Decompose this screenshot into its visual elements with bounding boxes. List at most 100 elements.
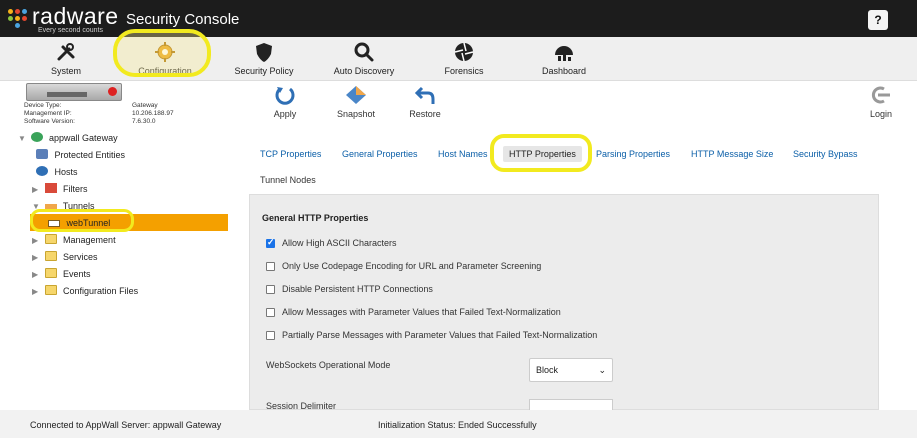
nav-label: System bbox=[50, 66, 81, 76]
search-icon bbox=[354, 42, 374, 62]
checkbox-label: Partially Parse Messages with Parameter … bbox=[282, 330, 598, 340]
tab-general-properties[interactable]: General Properties bbox=[342, 149, 418, 159]
tree-item-events[interactable]: ▶ Events bbox=[32, 266, 91, 282]
collapsed-icon: ▶ bbox=[32, 253, 39, 262]
websockets-mode-label: WebSockets Operational Mode bbox=[266, 360, 391, 370]
shield-icon bbox=[256, 43, 272, 62]
config-tree: ▼ appwall Gateway Protected Entities Hos… bbox=[18, 130, 228, 405]
restore-label: Restore bbox=[409, 109, 441, 119]
restore-icon bbox=[414, 86, 435, 104]
aperture-icon bbox=[454, 42, 474, 62]
partially-parse-checkbox[interactable] bbox=[266, 331, 275, 340]
apply-button[interactable]: Apply bbox=[270, 85, 300, 119]
select-value: Block bbox=[536, 365, 559, 375]
folder-icon bbox=[44, 285, 57, 295]
tree-label: Configuration Files bbox=[63, 286, 139, 296]
collapsed-icon: ▶ bbox=[32, 185, 39, 194]
checkbox-label: Allow High ASCII Characters bbox=[282, 238, 397, 248]
tree-label: Management bbox=[63, 235, 116, 245]
tree-item-protected-entities[interactable]: Protected Entities bbox=[36, 147, 125, 163]
hosts-icon bbox=[36, 166, 48, 176]
security-console-window: radware Every second counts Security Con… bbox=[0, 0, 917, 438]
help-button[interactable]: ? bbox=[868, 10, 888, 30]
nav-dashboard[interactable]: Dashboard bbox=[542, 37, 586, 81]
tree-item-appwall-gateway[interactable]: ▼ appwall Gateway bbox=[18, 130, 118, 146]
folder-icon bbox=[44, 251, 57, 261]
tools-icon bbox=[57, 43, 75, 61]
nav-system[interactable]: System bbox=[42, 37, 90, 81]
gateway-icon bbox=[30, 132, 43, 142]
entities-icon bbox=[36, 149, 48, 159]
folder-icon bbox=[44, 234, 57, 244]
checkbox-label: Disable Persistent HTTP Connections bbox=[282, 284, 433, 294]
apply-icon bbox=[275, 87, 295, 105]
status-bar: Connected to AppWall Server: appwall Gat… bbox=[0, 410, 917, 438]
dashboard-icon bbox=[555, 46, 573, 61]
filters-icon bbox=[44, 183, 57, 193]
nav-auto-discovery[interactable]: Auto Discovery bbox=[333, 37, 395, 81]
tree-item-services[interactable]: ▶ Services bbox=[32, 249, 98, 265]
tab-host-names[interactable]: Host Names bbox=[438, 149, 488, 159]
websockets-mode-select[interactable]: Block ⌄ bbox=[529, 358, 613, 382]
management-ip-label: Management IP: bbox=[24, 110, 72, 117]
tab-parsing-properties[interactable]: Parsing Properties bbox=[596, 149, 670, 159]
brand-tagline: Every second counts bbox=[38, 27, 103, 34]
allow-high-ascii-checkbox[interactable] bbox=[266, 237, 275, 248]
tree-label: Filters bbox=[63, 184, 88, 194]
nav-label: Security Policy bbox=[234, 66, 294, 76]
nav-security-policy[interactable]: Security Policy bbox=[234, 37, 294, 81]
initialization-status: Initialization Status: Ended Successfull… bbox=[378, 420, 537, 430]
tab-tcp-properties[interactable]: TCP Properties bbox=[260, 149, 321, 159]
device-image bbox=[26, 83, 122, 101]
software-version-label: Software Version: bbox=[24, 118, 75, 125]
logo-dots-icon bbox=[8, 9, 28, 28]
tree-label: Hosts bbox=[54, 167, 78, 177]
codepage-encoding-checkbox[interactable] bbox=[266, 262, 275, 271]
software-version-value: 7.6.30.0 bbox=[132, 118, 156, 125]
folder-icon bbox=[44, 268, 57, 278]
checkbox-label: Only Use Codepage Encoding for URL and P… bbox=[282, 261, 542, 271]
nav-label: Forensics bbox=[444, 66, 484, 76]
tree-item-configuration-files[interactable]: ▶ Configuration Files bbox=[32, 283, 138, 299]
nav-label: Auto Discovery bbox=[333, 66, 395, 76]
tree-label: Protected Entities bbox=[54, 150, 126, 160]
device-type-label: Device Type: bbox=[24, 102, 62, 109]
management-ip-value: 10.206.188.97 bbox=[132, 110, 174, 117]
checkbox-label: Allow Messages with Parameter Values tha… bbox=[282, 307, 561, 317]
brand-name: radware bbox=[32, 3, 119, 29]
tree-label: Events bbox=[63, 269, 91, 279]
nav-forensics[interactable]: Forensics bbox=[444, 37, 484, 81]
tree-item-filters[interactable]: ▶ Filters bbox=[32, 181, 88, 197]
expanded-icon: ▼ bbox=[18, 134, 26, 143]
disable-persistent-checkbox[interactable] bbox=[266, 285, 275, 294]
app-title: Security Console bbox=[126, 11, 240, 28]
tab-security-bypass[interactable]: Security Bypass bbox=[793, 149, 858, 159]
tree-item-management[interactable]: ▶ Management bbox=[32, 232, 116, 248]
panel-title: General HTTP Properties bbox=[262, 213, 369, 223]
general-http-properties-panel: General HTTP Properties Allow High ASCII… bbox=[249, 194, 879, 413]
login-label: Login bbox=[869, 109, 893, 119]
login-icon bbox=[871, 86, 890, 104]
tab-tunnel-nodes[interactable]: Tunnel Nodes bbox=[260, 175, 316, 185]
nav-label: Dashboard bbox=[542, 66, 587, 76]
snapshot-button[interactable]: Snapshot bbox=[336, 85, 376, 119]
chevron-down-icon: ⌄ bbox=[598, 365, 606, 375]
allow-failed-normalization-checkbox[interactable] bbox=[266, 308, 275, 317]
webtunnel-highlight bbox=[30, 209, 134, 232]
tab-http-message-size[interactable]: HTTP Message Size bbox=[691, 149, 773, 159]
device-info: Device Type: Gateway Management IP: 10.2… bbox=[0, 81, 228, 127]
snapshot-label: Snapshot bbox=[336, 109, 376, 119]
connection-status: Connected to AppWall Server: appwall Gat… bbox=[30, 420, 222, 430]
apply-label: Apply bbox=[273, 109, 297, 119]
login-button[interactable]: Login bbox=[866, 85, 896, 119]
collapsed-icon: ▶ bbox=[32, 287, 39, 296]
tree-label: appwall Gateway bbox=[49, 133, 118, 143]
snapshot-icon bbox=[346, 86, 366, 104]
restore-button[interactable]: Restore bbox=[409, 85, 441, 119]
configuration-highlight bbox=[113, 29, 211, 77]
tree-item-hosts[interactable]: Hosts bbox=[36, 164, 78, 180]
collapsed-icon: ▶ bbox=[32, 236, 39, 245]
device-type-value: Gateway bbox=[132, 102, 158, 109]
tree-label: Services bbox=[63, 252, 98, 262]
collapsed-icon: ▶ bbox=[32, 270, 39, 279]
